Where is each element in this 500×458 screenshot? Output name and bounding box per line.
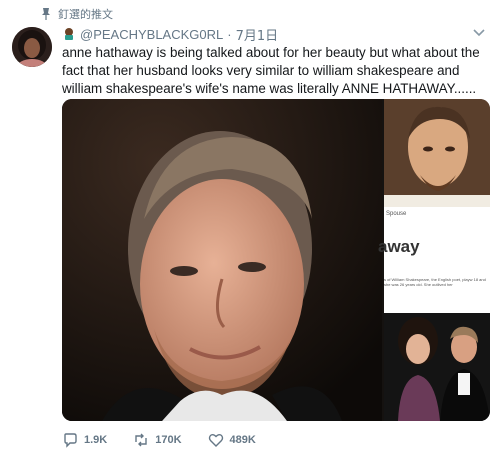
spouse-label: Spouse xyxy=(386,211,407,217)
pinned-label: 釘選的推文 xyxy=(58,8,113,21)
media-photo-main[interactable] xyxy=(62,99,382,421)
heart-icon xyxy=(208,434,223,447)
media-photo-shakespeare[interactable] xyxy=(384,99,490,207)
pin-icon xyxy=(42,8,50,20)
retweet-icon xyxy=(135,433,147,447)
couple-photo-image xyxy=(384,313,490,421)
retweet-button[interactable]: 170K xyxy=(133,432,182,448)
tweet-header: @PEACHYBLACKG0RL · 7月1日 xyxy=(62,25,279,44)
person-emoji-icon xyxy=(65,28,73,40)
tweet-actions: 1.9K 170K 489K xyxy=(62,430,282,450)
tweet-text: anne hathaway is being talked about for … xyxy=(62,45,480,96)
separator-dot: · xyxy=(227,26,232,42)
media-side-column: Spouse away s of William Shakespeare, th… xyxy=(378,99,490,421)
media-photo-couple[interactable] xyxy=(384,313,490,421)
avatar[interactable] xyxy=(12,27,52,67)
shakespeare-portrait-image xyxy=(384,99,490,207)
retweet-count: 170K xyxy=(155,434,182,446)
snippet-label: s of William Shakespeare, the English po… xyxy=(384,277,486,287)
tweet-time[interactable]: 7月1日 xyxy=(236,25,279,44)
media-grid[interactable]: Spouse away s of William Shakespeare, th… xyxy=(62,99,490,421)
reply-icon xyxy=(64,433,77,448)
chevron-down-icon[interactable] xyxy=(472,28,486,38)
like-button[interactable]: 489K xyxy=(208,432,256,448)
like-count: 489K xyxy=(229,434,256,446)
man-portrait-image xyxy=(62,99,382,421)
reply-count: 1.9K xyxy=(84,434,108,446)
pinned-row: 釘選的推文 xyxy=(40,6,113,22)
author-handle[interactable]: @PEACHYBLACKG0RL xyxy=(80,27,223,42)
reply-button[interactable]: 1.9K xyxy=(62,432,107,448)
avatar-image xyxy=(12,27,52,67)
away-label: away xyxy=(378,237,420,256)
media-wiki-snippet[interactable]: Spouse away s of William Shakespeare, th… xyxy=(378,207,490,311)
